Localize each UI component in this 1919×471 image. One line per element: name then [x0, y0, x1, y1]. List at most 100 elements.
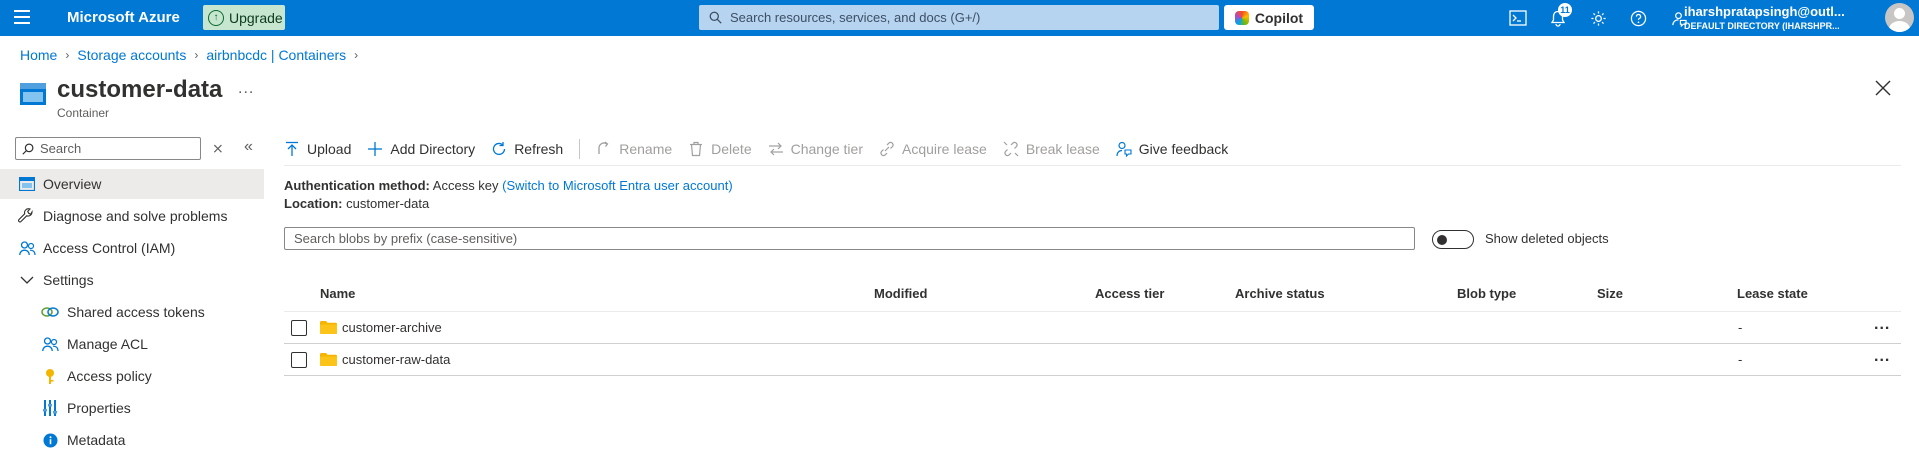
feedback-icon — [1116, 141, 1132, 157]
table-row[interactable]: customer-archive - ... — [284, 312, 1901, 344]
blob-prefix-search-input[interactable]: Search blobs by prefix (case-sensitive) — [284, 227, 1415, 250]
nav-item-label: Manage ACL — [67, 336, 148, 352]
global-search-input[interactable]: Search resources, services, and docs (G+… — [699, 5, 1219, 30]
nav-item-label: Settings — [43, 272, 94, 288]
more-options-button[interactable]: ... — [238, 80, 254, 98]
nav-item-label: Diagnose and solve problems — [43, 208, 228, 224]
command-toolbar: Upload Add Directory Refresh Rename Dele… — [284, 136, 1244, 162]
wrench-icon — [17, 207, 35, 225]
upload-button[interactable]: Upload — [284, 141, 351, 157]
settings-gear-icon[interactable] — [1588, 8, 1608, 28]
blob-search-placeholder: Search blobs by prefix (case-sensitive) — [294, 231, 518, 246]
nav-item-access-control[interactable]: Access Control (IAM) — [0, 233, 264, 263]
auth-method-value: Access key — [432, 178, 499, 193]
nav-item-metadata[interactable]: Metadata — [0, 425, 264, 455]
add-directory-label: Add Directory — [390, 141, 476, 157]
nav-item-diagnose[interactable]: Diagnose and solve problems — [0, 201, 264, 231]
row-lease-state: - — [1738, 320, 1743, 335]
acquire-lease-button[interactable]: Acquire lease — [879, 141, 987, 157]
break-lease-button[interactable]: Break lease — [1003, 141, 1100, 157]
breadcrumb-containers[interactable]: airbnbcdc | Containers — [206, 47, 346, 63]
upgrade-label: Upgrade — [229, 9, 283, 26]
delete-button[interactable]: Delete — [688, 141, 752, 157]
upload-label: Upload — [307, 141, 352, 157]
info-icon — [41, 431, 59, 449]
nav-item-overview[interactable]: Overview — [0, 169, 264, 199]
chevron-down-icon — [18, 271, 36, 289]
location-row: Location: customer-data — [284, 196, 429, 211]
auth-method-row: Authentication method: Access key (Switc… — [284, 178, 733, 193]
upload-icon — [286, 141, 298, 156]
nav-search-input[interactable]: Search — [15, 137, 201, 160]
upgrade-button[interactable]: ↑ Upgrade — [203, 5, 285, 30]
copilot-icon — [1234, 10, 1249, 25]
switch-auth-link[interactable]: (Switch to Microsoft Entra user account) — [502, 178, 732, 193]
broken-link-icon — [1003, 141, 1019, 157]
row-more-options-button[interactable]: ... — [1874, 316, 1890, 334]
search-icon — [709, 11, 722, 24]
location-value: customer-data — [346, 196, 430, 211]
delete-label: Delete — [711, 141, 752, 157]
hamburger-menu-icon[interactable] — [14, 10, 30, 24]
nav-item-label: Overview — [43, 176, 102, 192]
row-name-link[interactable]: customer-archive — [342, 320, 442, 335]
column-header-lease-state[interactable]: Lease state — [1737, 286, 1808, 301]
column-header-name[interactable]: Name — [320, 286, 355, 301]
give-feedback-label: Give feedback — [1138, 141, 1229, 157]
nav-item-label: Access policy — [67, 368, 152, 384]
copilot-label: Copilot — [1254, 9, 1304, 26]
column-header-blob-type[interactable]: Blob type — [1457, 286, 1516, 301]
column-header-modified[interactable]: Modified — [874, 286, 927, 301]
row-checkbox[interactable] — [291, 320, 307, 336]
nav-item-properties[interactable]: Properties — [0, 393, 264, 423]
user-email[interactable]: iharshpratapsingh@outl... — [1684, 4, 1845, 19]
link-icon — [41, 303, 59, 321]
nav-item-access-policy[interactable]: Access policy — [0, 361, 264, 391]
breadcrumb-chevron-icon: › — [65, 48, 70, 62]
breadcrumb-storage-accounts[interactable]: Storage accounts — [77, 47, 186, 63]
breadcrumb: Home › Storage accounts › airbnbcdc | Co… — [20, 47, 358, 63]
refresh-button[interactable]: Refresh — [491, 141, 563, 157]
column-header-archive-status[interactable]: Archive status — [1235, 286, 1325, 301]
nav-clear-filter-icon[interactable]: ⨯ — [212, 140, 224, 157]
nav-item-label: Shared access tokens — [67, 304, 205, 320]
close-icon[interactable] — [1874, 79, 1892, 97]
nav-search-placeholder: Search — [40, 141, 82, 156]
lease-link-icon — [880, 141, 894, 157]
copilot-button[interactable]: Copilot — [1224, 5, 1314, 30]
give-feedback-button[interactable]: Give feedback — [1116, 141, 1229, 157]
table-row[interactable]: customer-raw-data - ... — [284, 344, 1901, 376]
nav-collapse-icon[interactable]: « — [244, 138, 253, 156]
show-deleted-toggle[interactable] — [1432, 230, 1474, 249]
folder-icon — [320, 321, 337, 334]
avatar[interactable] — [1885, 3, 1914, 32]
show-deleted-label: Show deleted objects — [1485, 231, 1609, 246]
acquire-lease-label: Acquire lease — [902, 141, 987, 157]
overview-icon — [18, 175, 36, 193]
user-directory[interactable]: DEFAULT DIRECTORY (IHARSHPR... — [1684, 21, 1840, 31]
rename-icon — [598, 141, 609, 154]
nav-item-label: Access Control (IAM) — [43, 240, 176, 256]
nav-item-settings[interactable]: Settings — [0, 265, 264, 295]
add-directory-button[interactable]: Add Directory — [367, 141, 475, 157]
help-icon[interactable] — [1628, 8, 1648, 28]
search-icon — [22, 143, 34, 155]
container-icon — [20, 83, 46, 105]
nav-item-shared-access-tokens[interactable]: Shared access tokens — [0, 297, 264, 327]
top-bar: Microsoft Azure ↑ Upgrade Search resourc… — [0, 0, 1919, 36]
notifications-icon[interactable]: 11 — [1548, 3, 1572, 28]
column-header-access-tier[interactable]: Access tier — [1095, 286, 1164, 301]
toolbar-divider — [579, 139, 581, 159]
cloud-shell-icon[interactable] — [1508, 8, 1528, 28]
row-checkbox[interactable] — [291, 352, 307, 368]
rename-button[interactable]: Rename — [596, 141, 672, 157]
nav-item-manage-acl[interactable]: Manage ACL — [0, 329, 264, 359]
row-more-options-button[interactable]: ... — [1874, 348, 1890, 366]
page-title: customer-data — [57, 76, 223, 103]
change-tier-button[interactable]: Change tier — [768, 141, 863, 157]
brand-title[interactable]: Microsoft Azure — [67, 9, 180, 26]
row-name-link[interactable]: customer-raw-data — [342, 352, 450, 367]
breadcrumb-home[interactable]: Home — [20, 47, 57, 63]
column-header-size[interactable]: Size — [1597, 286, 1623, 301]
refresh-label: Refresh — [514, 141, 564, 157]
